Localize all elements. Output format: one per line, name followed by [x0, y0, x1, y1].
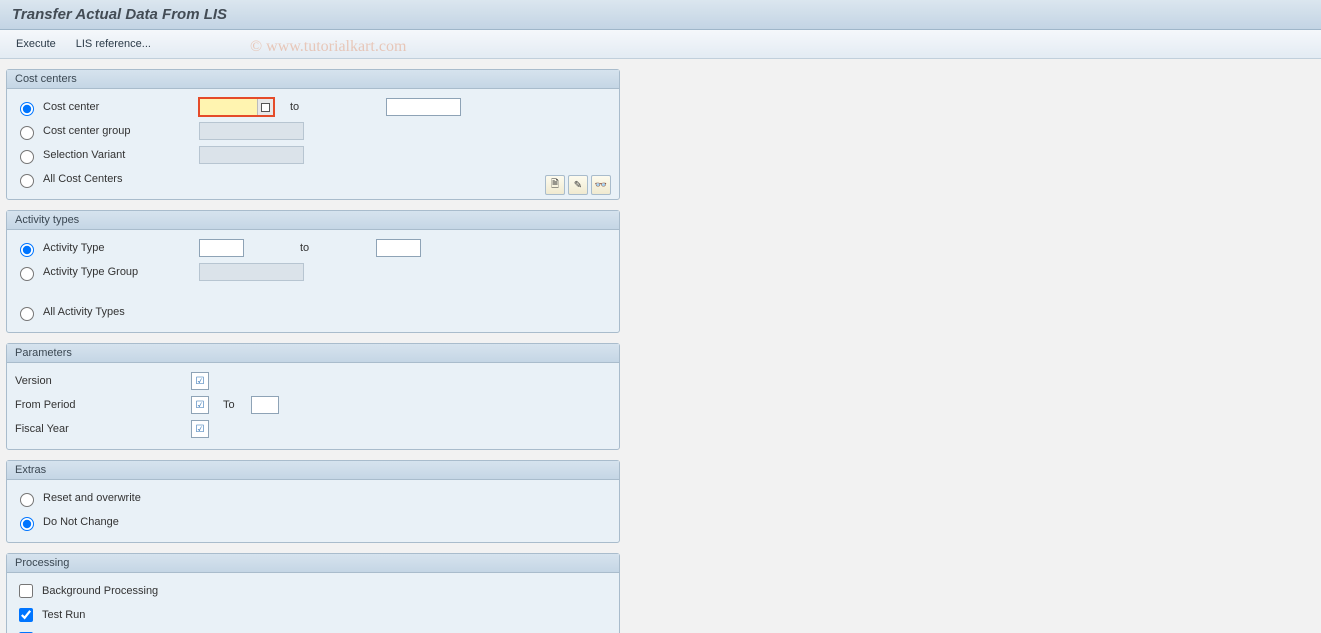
label-fiscal-year: Fiscal Year [15, 423, 185, 435]
f4-help-icon[interactable] [257, 99, 273, 115]
label-test-run: Test Run [42, 609, 85, 621]
display-icon[interactable]: 👓 [591, 175, 611, 195]
label-selection-variant: Selection Variant [43, 149, 193, 161]
label-version: Version [15, 375, 185, 387]
input-selection-variant [199, 146, 304, 164]
group-title-activity-types: Activity types [7, 211, 619, 230]
input-cost-center-group [199, 122, 304, 140]
input-activity-type-to[interactable] [376, 239, 421, 257]
group-cost-centers: Cost centers Cost center to Cost center … [6, 69, 620, 200]
label-to-activity: to [250, 242, 370, 254]
radio-reset-overwrite[interactable] [20, 493, 34, 507]
create-icon[interactable]: 🗎 [545, 175, 565, 195]
input-fiscal-year[interactable]: ☑ [191, 420, 209, 438]
checkbox-background-processing[interactable] [19, 584, 33, 598]
radio-do-not-change[interactable] [20, 517, 34, 531]
radio-all-activity-types[interactable] [20, 307, 34, 321]
label-activity-type: Activity Type [43, 242, 193, 254]
radio-activity-type-group[interactable] [20, 267, 34, 281]
group-activity-types: Activity types Activity Type to Activity… [6, 210, 620, 333]
content-area: Cost centers Cost center to Cost center … [0, 59, 1321, 633]
lis-reference-button[interactable]: LIS reference... [72, 36, 155, 52]
group-title-parameters: Parameters [7, 344, 619, 363]
group-title-extras: Extras [7, 461, 619, 480]
execute-button[interactable]: Execute [12, 36, 60, 52]
group-processing: Processing Background Processing Test Ru… [6, 553, 620, 633]
label-background-processing: Background Processing [42, 585, 158, 597]
input-cost-center-to[interactable] [386, 98, 461, 116]
radio-activity-type[interactable] [20, 243, 34, 257]
group-title-cost-centers: Cost centers [7, 70, 619, 89]
input-activity-type-group [199, 263, 304, 281]
label-to-period: To [215, 399, 245, 411]
label-cost-center-group: Cost center group [43, 125, 193, 137]
radio-cost-center[interactable] [20, 102, 34, 116]
group-parameters: Parameters Version ☑ From Period ☑ To Fi… [6, 343, 620, 450]
label-reset-overwrite: Reset and overwrite [43, 492, 193, 504]
label-do-not-change: Do Not Change [43, 516, 193, 528]
label-from-period: From Period [15, 399, 185, 411]
checkbox-test-run[interactable] [19, 608, 33, 622]
group-extras: Extras Reset and overwrite Do Not Change [6, 460, 620, 543]
page-title: Transfer Actual Data From LIS [0, 0, 1321, 30]
radio-cost-center-group[interactable] [20, 126, 34, 140]
toolbar: Execute LIS reference... [0, 30, 1321, 59]
edit-icon[interactable]: ✎ [568, 175, 588, 195]
radio-selection-variant[interactable] [20, 150, 34, 164]
label-activity-type-group: Activity Type Group [43, 266, 193, 278]
input-activity-type-from[interactable] [199, 239, 244, 257]
label-to: to [280, 101, 380, 113]
label-all-cost-centers: All Cost Centers [43, 173, 193, 185]
input-from-period[interactable]: ☑ [191, 396, 209, 414]
label-all-activity-types: All Activity Types [43, 306, 193, 318]
input-to-period[interactable] [251, 396, 279, 414]
radio-all-cost-centers[interactable] [20, 174, 34, 188]
input-version[interactable]: ☑ [191, 372, 209, 390]
label-cost-center: Cost center [43, 101, 193, 113]
group-title-processing: Processing [7, 554, 619, 573]
